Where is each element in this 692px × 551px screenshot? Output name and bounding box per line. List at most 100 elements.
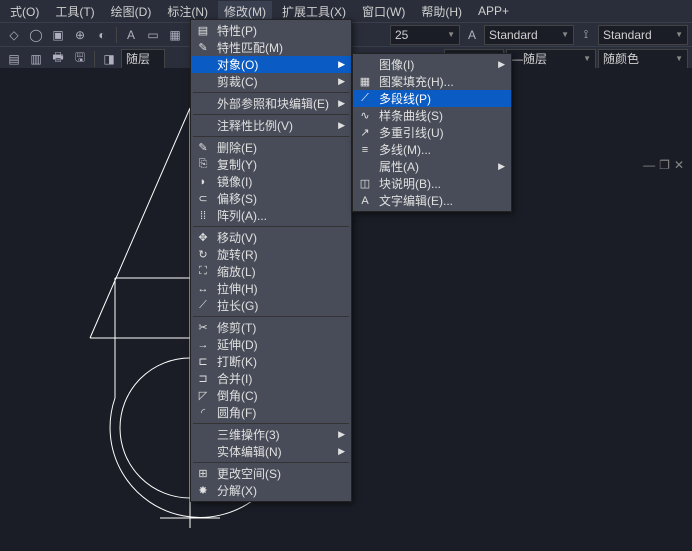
close-icon[interactable]: ✕ — [674, 158, 684, 172]
menu-offset[interactable]: ⊂偏移(S) — [191, 190, 351, 207]
menu-tools[interactable]: 工具(T) — [49, 1, 100, 22]
combo-dim[interactable]: 25 ▼ — [390, 25, 460, 45]
combo-color[interactable]: 随颜色▼ — [598, 49, 688, 69]
menu-array[interactable]: ⁞⁞ 阵列(A)... — [191, 207, 351, 224]
break-icon: ⊏ — [195, 355, 211, 368]
tool-icon[interactable]: 🖶 — [48, 49, 68, 69]
submenu-mleader[interactable]: ↗多重引线(U) — [353, 124, 511, 141]
submenu-arrow-icon: ▶ — [338, 446, 345, 457]
menu-break[interactable]: ⊏打断(K) — [191, 353, 351, 370]
menu-copy[interactable]: ⎘复制(Y) — [191, 156, 351, 173]
array-icon: ⁞⁞ — [195, 210, 211, 222]
tool-icon[interactable]: ◐ — [92, 25, 112, 45]
mirror-icon: ◗ — [195, 176, 211, 188]
tool-icon[interactable]: ⊕ — [70, 25, 90, 45]
combo-lineweight[interactable]: — 随层▼ — [506, 49, 596, 69]
menu-erase[interactable]: ✎删除(E) — [191, 139, 351, 156]
modify-menu: ▤特性(P) ✎特性匹配(M) 对象(O)▶ 剪裁(C)▶ 外部参照和块编辑(E… — [190, 19, 352, 502]
combo-layer[interactable]: 随层 — [121, 49, 165, 69]
separator — [193, 136, 349, 137]
menu-lengthen[interactable]: ⟋拉长(G) — [191, 297, 351, 314]
tool-icon[interactable]: ▤ — [4, 49, 24, 69]
polyline-icon: ⟋ — [357, 92, 373, 105]
menu-trim[interactable]: ✂修剪(T) — [191, 319, 351, 336]
label: 多线(M)... — [379, 141, 431, 158]
separator — [193, 316, 349, 317]
properties-icon: ▤ — [195, 24, 211, 37]
menu-match[interactable]: ✎特性匹配(M) — [191, 39, 351, 56]
combo-value: 随层 — [523, 50, 547, 67]
submenu-polyline[interactable]: ⟋多段线(P) — [353, 90, 511, 107]
tool-icon[interactable]: ◇ — [4, 25, 24, 45]
submenu-hatch[interactable]: ▦图案填充(H)... — [353, 73, 511, 90]
submenu-block[interactable]: ◫块说明(B)... — [353, 175, 511, 192]
separator — [193, 226, 349, 227]
label: 修剪(T) — [217, 319, 256, 336]
separator — [193, 92, 349, 93]
menu-object[interactable]: 对象(O)▶ — [191, 56, 351, 73]
combo-style2[interactable]: Standard▼ — [598, 25, 688, 45]
restore-icon[interactable]: ❐ — [659, 158, 670, 172]
tool-icon[interactable]: ▭ — [143, 25, 163, 45]
menu-3d[interactable]: 三维操作(3)▶ — [191, 426, 351, 443]
dimstyle-icon[interactable]: ⟟ — [576, 25, 596, 45]
spline-icon: ∿ — [357, 109, 373, 122]
menu-rotate[interactable]: ↻旋转(R) — [191, 246, 351, 263]
label: 更改空间(S) — [217, 465, 281, 482]
menu-app[interactable]: APP+ — [472, 2, 515, 20]
menu-help[interactable]: 帮助(H) — [415, 1, 468, 22]
menu-format[interactable]: 式(O) — [4, 1, 45, 22]
menu-xref[interactable]: 外部参照和块编辑(E)▶ — [191, 95, 351, 112]
tool-icon[interactable]: ▦ — [165, 25, 185, 45]
minimize-icon[interactable]: — — [643, 158, 655, 172]
label: 对象(O) — [217, 56, 258, 73]
menu-chamfer[interactable]: ◸倒角(C) — [191, 387, 351, 404]
menu-fillet[interactable]: ◜圆角(F) — [191, 404, 351, 421]
label: 图像(I) — [379, 56, 414, 73]
separator — [94, 51, 95, 67]
menu-stretch[interactable]: ↔拉伸(H) — [191, 280, 351, 297]
label: 块说明(B)... — [379, 175, 441, 192]
menu-chspace[interactable]: ⊞更改空间(S) — [191, 465, 351, 482]
menu-solidedit[interactable]: 实体编辑(N)▶ — [191, 443, 351, 460]
label: 旋转(R) — [217, 246, 258, 263]
tool-icon[interactable]: ◯ — [26, 25, 46, 45]
tool-icon[interactable]: ▣ — [48, 25, 68, 45]
label: 三维操作(3) — [217, 426, 280, 443]
submenu-spline[interactable]: ∿样条曲线(S) — [353, 107, 511, 124]
tool-icon[interactable]: A — [121, 25, 141, 45]
menu-draw[interactable]: 绘图(D) — [105, 1, 158, 22]
menu-properties[interactable]: ▤特性(P) — [191, 22, 351, 39]
label: 删除(E) — [217, 139, 257, 156]
chevron-down-icon: ▼ — [675, 54, 683, 63]
menu-scale[interactable]: ⛶缩放(L) — [191, 263, 351, 280]
menu-join[interactable]: ⊐合并(I) — [191, 370, 351, 387]
menu-clip[interactable]: 剪裁(C)▶ — [191, 73, 351, 90]
menu-attrscale[interactable]: 注释性比例(V)▶ — [191, 117, 351, 134]
chamfer-icon: ◸ — [195, 389, 211, 402]
menu-explode[interactable]: ✸分解(X) — [191, 482, 351, 499]
label: 偏移(S) — [217, 190, 257, 207]
combo-style1[interactable]: Standard▼ — [484, 25, 574, 45]
textedit-icon: A — [357, 195, 373, 207]
combo-value: 25 — [395, 28, 408, 42]
chevron-down-icon: ▼ — [561, 30, 569, 39]
tool-icon[interactable]: 🖫 — [70, 49, 90, 69]
submenu-mline[interactable]: ≡ 多线(M)... — [353, 141, 511, 158]
menu-extend[interactable]: →延伸(D) — [191, 336, 351, 353]
tool-icon[interactable]: ▥ — [26, 49, 46, 69]
submenu-image[interactable]: 图像(I)▶ — [353, 56, 511, 73]
fillet-icon: ◜ — [195, 406, 211, 419]
menu-mirror[interactable]: ◗镜像(I) — [191, 173, 351, 190]
menu-window[interactable]: 窗口(W) — [356, 1, 411, 22]
submenu-attribute[interactable]: 属性(A)▶ — [353, 158, 511, 175]
mline-icon: ≡ — [357, 144, 373, 156]
submenu-textedit[interactable]: A文字编辑(E)... — [353, 192, 511, 209]
label: 阵列(A)... — [217, 207, 267, 224]
stretch-icon: ↔ — [195, 283, 211, 295]
menu-move[interactable]: ✥移动(V) — [191, 229, 351, 246]
label: 缩放(L) — [217, 263, 256, 280]
chevron-down-icon: ▼ — [447, 30, 455, 39]
tool-icon[interactable]: ◨ — [99, 49, 119, 69]
textstyle-icon[interactable]: A — [462, 25, 482, 45]
